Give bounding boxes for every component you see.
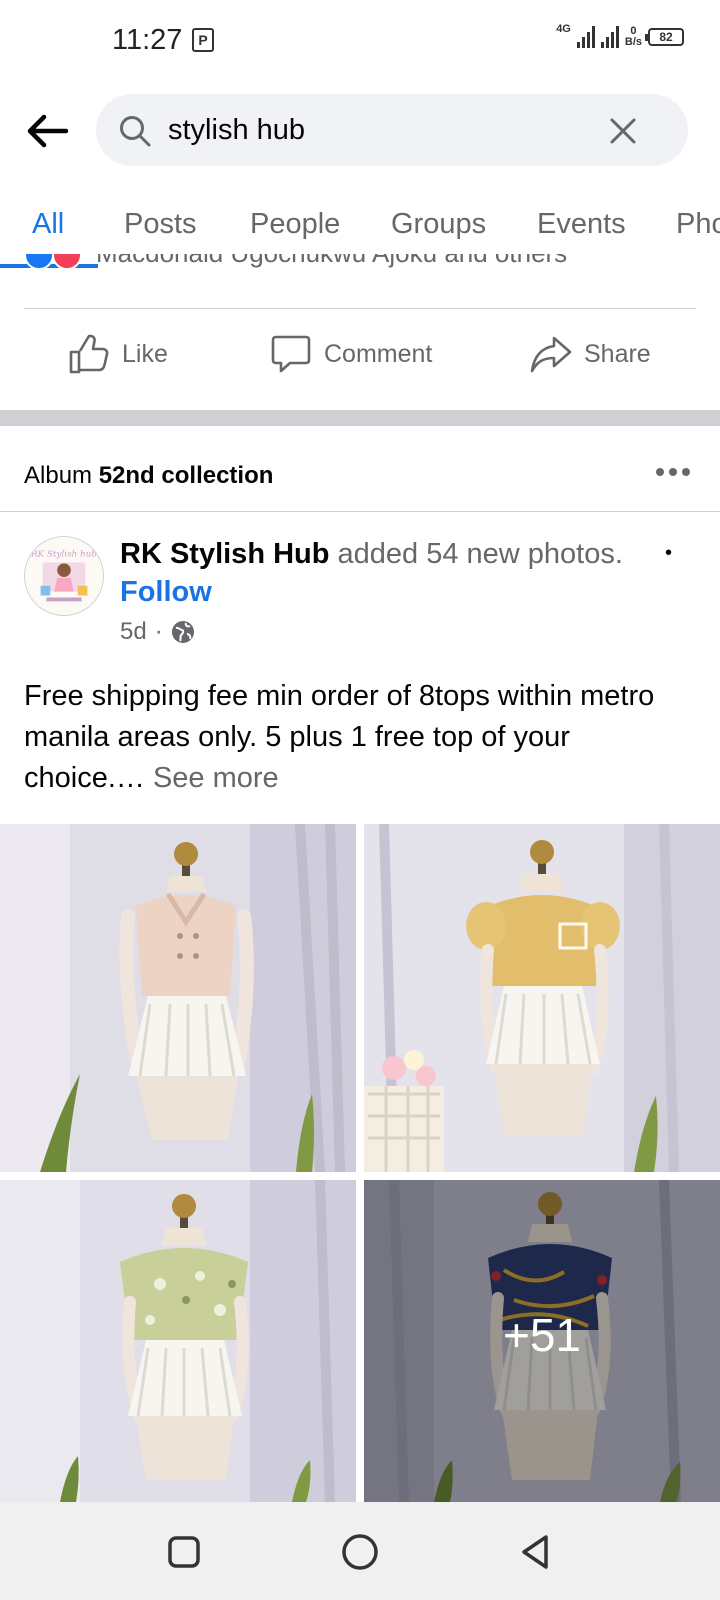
system-navigation-bar xyxy=(0,1502,720,1600)
post-actions: Like Comment Share xyxy=(0,330,720,378)
see-more-link[interactable]: See more xyxy=(153,762,279,794)
home-icon[interactable] xyxy=(340,1532,380,1572)
signal-icon xyxy=(576,26,595,48)
tab-people[interactable]: People xyxy=(250,208,340,241)
photo-mannequin-mustard-top xyxy=(364,824,720,1172)
feed-separator xyxy=(0,410,720,426)
network-speed: 0 B/s xyxy=(625,26,642,48)
album-prefix: Album xyxy=(24,462,93,489)
album-name: 52nd collection xyxy=(98,462,274,489)
more-options-icon[interactable] xyxy=(656,462,696,482)
globe-icon xyxy=(171,621,194,643)
like-reaction-icon xyxy=(24,254,54,270)
comment-label: Comment xyxy=(324,339,433,368)
search-input[interactable] xyxy=(168,108,588,152)
post-body: Free shipping fee min order of 8tops wit… xyxy=(24,680,655,794)
album-header[interactable]: Album 52nd collection xyxy=(0,426,720,512)
search-bar[interactable] xyxy=(96,94,688,166)
post-age[interactable]: 5d xyxy=(120,618,147,646)
post-header: RK Stylish hub RK Stylish Hub added 54 n… xyxy=(0,530,720,650)
back-arrow-icon[interactable] xyxy=(24,108,70,154)
share-button[interactable]: Share xyxy=(530,330,651,378)
post-title-line: RK Stylish Hub added 54 new photos. xyxy=(120,538,623,571)
thumbs-up-icon xyxy=(69,334,109,374)
photo-3[interactable] xyxy=(0,1180,356,1502)
more-photos-count: +51 xyxy=(502,1309,582,1361)
share-label: Share xyxy=(584,339,651,368)
search-icon xyxy=(120,116,151,147)
svg-text:RK Stylish hub: RK Stylish hub xyxy=(30,550,97,560)
divider xyxy=(24,308,696,309)
tab-events[interactable]: Events xyxy=(537,208,626,241)
comment-button[interactable]: Comment xyxy=(270,330,432,378)
love-reaction-icon xyxy=(52,254,82,270)
meta-separator: · xyxy=(154,618,163,645)
page-avatar[interactable]: RK Stylish hub xyxy=(24,536,104,616)
comment-icon xyxy=(271,335,311,373)
reactions-summary: Macdonald Ugochukwu Ajoku and others xyxy=(96,254,567,269)
battery-icon: 82 xyxy=(645,28,684,46)
recent-apps-icon[interactable] xyxy=(164,1532,204,1572)
like-button[interactable]: Like xyxy=(68,330,168,378)
photo-mannequin-sage-floral-top xyxy=(0,1180,356,1502)
tab-groups[interactable]: Groups xyxy=(391,208,486,241)
post-text: Free shipping fee min order of 8tops wit… xyxy=(24,676,696,799)
page-name[interactable]: RK Stylish Hub xyxy=(120,538,329,570)
follow-button[interactable]: Follow xyxy=(120,576,212,609)
search-header xyxy=(0,94,720,168)
network-type: 4G xyxy=(556,23,571,35)
photo-2[interactable] xyxy=(364,824,720,1172)
parking-notification-icon: P xyxy=(192,28,214,52)
signal-icon-2 xyxy=(600,26,619,48)
like-label: Like xyxy=(122,339,168,368)
photo-mannequin-blush-top xyxy=(0,824,356,1172)
back-icon[interactable] xyxy=(516,1532,556,1572)
tab-photos[interactable]: Pho xyxy=(676,208,720,241)
tab-posts[interactable]: Posts xyxy=(124,208,197,241)
album-label: Album 52nd collection xyxy=(24,462,273,490)
status-time: 11:27 xyxy=(112,24,183,56)
share-icon xyxy=(530,336,572,373)
status-bar: 11:27 P 4G 0 B/s 82 xyxy=(0,0,720,80)
speed-unit: B/s xyxy=(624,36,642,48)
photo-1[interactable] xyxy=(0,824,356,1172)
status-right: 4G 0 B/s 82 xyxy=(556,23,684,48)
post-action-text: added 54 new photos. xyxy=(337,538,623,570)
previous-post-reactions[interactable]: Macdonald Ugochukwu Ajoku and others xyxy=(0,254,720,280)
separator-dot: • xyxy=(664,542,672,564)
tab-all[interactable]: All xyxy=(32,208,64,241)
clear-search-icon[interactable] xyxy=(608,116,638,146)
photo-4-more[interactable]: +51 xyxy=(364,1180,720,1502)
post-meta: 5d · xyxy=(120,618,195,646)
